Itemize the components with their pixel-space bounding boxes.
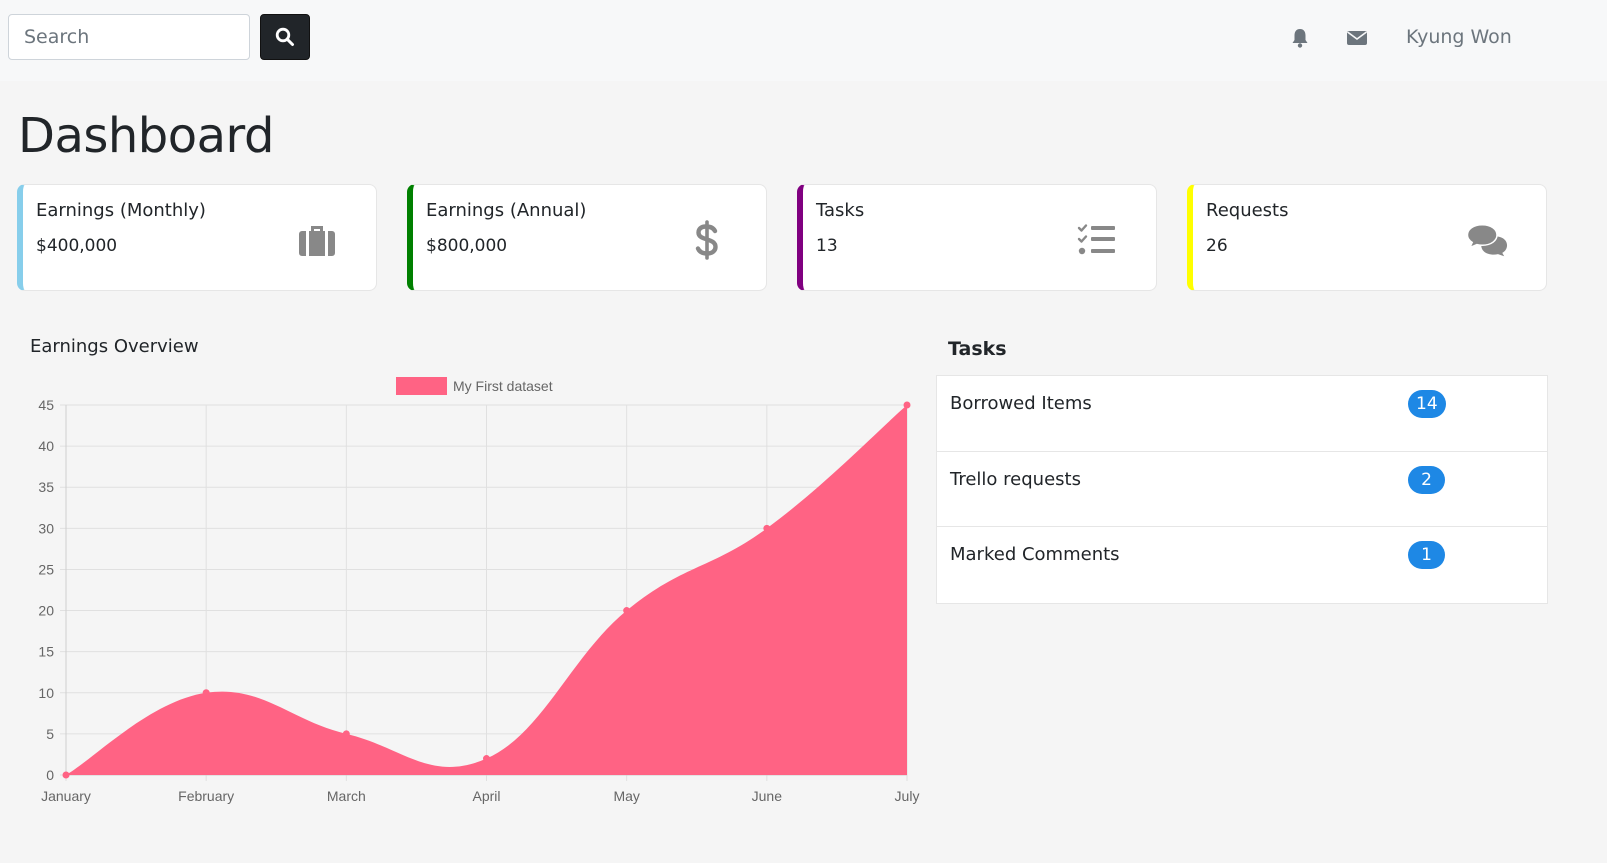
y-tick-label: 40: [38, 438, 54, 454]
y-tick-label: 0: [46, 767, 54, 783]
y-tick-label: 35: [38, 479, 54, 495]
user-menu[interactable]: Kyung Won: [1406, 26, 1512, 48]
x-tick-label: February: [178, 788, 234, 804]
count-badge: 2: [1408, 465, 1445, 494]
card-earnings-annual: Earnings (Annual) $800,000: [407, 184, 767, 291]
task-item-borrowed-items[interactable]: Borrowed Items 14: [937, 376, 1547, 452]
bell-icon: [1292, 29, 1308, 48]
briefcase-icon: [296, 220, 338, 260]
card-earnings-monthly: Earnings (Monthly) $400,000: [17, 184, 377, 291]
data-point: [483, 755, 490, 763]
tasks-panel-title: Tasks: [948, 338, 1007, 360]
y-tick-label: 30: [38, 520, 54, 536]
y-tick-label: 20: [38, 603, 54, 619]
earnings-chart-svg: 0 5 10 15 20 25 30 35 40 45 January February March Ap…: [38, 377, 920, 804]
legend-swatch: [396, 377, 447, 395]
task-label: Borrowed Items: [950, 393, 1092, 414]
x-tick-label: March: [327, 788, 366, 804]
dollar-icon: [686, 220, 728, 260]
card-requests: Requests 26: [1187, 184, 1547, 291]
tasks-list-icon: [1076, 220, 1118, 260]
comments-icon: [1466, 220, 1508, 260]
data-point: [623, 607, 631, 615]
card-label: Earnings (Monthly): [36, 200, 206, 221]
y-tick-label: 25: [38, 561, 54, 577]
search-button[interactable]: [260, 14, 310, 60]
search-icon: [275, 27, 294, 46]
task-label: Marked Comments: [950, 544, 1120, 565]
card-label: Tasks: [816, 200, 865, 221]
task-item-marked-comments[interactable]: Marked Comments 1: [937, 527, 1547, 603]
y-tick-label: 45: [38, 397, 54, 413]
x-tick-label: July: [895, 788, 920, 804]
count-badge: 1: [1408, 541, 1445, 569]
messages-button[interactable]: [1345, 26, 1369, 50]
task-item-trello-requests[interactable]: Trello requests 2: [937, 452, 1547, 527]
envelope-icon: [1347, 31, 1367, 45]
card-value: $800,000: [426, 236, 508, 256]
x-tick-label: May: [613, 788, 639, 804]
earnings-chart: 0 5 10 15 20 25 30 35 40 45 January February March Ap…: [0, 360, 930, 820]
count-badge: 14: [1408, 390, 1446, 418]
data-point: [62, 771, 70, 779]
y-tick-label: 15: [38, 644, 54, 660]
tasks-list: Borrowed Items 14 Trello requests 2 Mark…: [936, 375, 1548, 604]
task-label: Trello requests: [950, 468, 1081, 490]
card-value: 26: [1206, 236, 1228, 256]
data-point: [202, 689, 210, 697]
search-input[interactable]: [8, 14, 250, 60]
y-tick-label: 5: [46, 726, 54, 742]
card-label: Earnings (Annual): [426, 200, 587, 221]
x-tick-label: June: [752, 788, 783, 804]
earnings-overview-title: Earnings Overview: [30, 336, 199, 357]
x-tick-label: January: [41, 788, 91, 804]
card-value: 13: [816, 236, 838, 256]
data-point: [903, 401, 911, 409]
page-title: Dashboard: [18, 108, 274, 164]
card-tasks: Tasks 13: [797, 184, 1157, 291]
legend-label: My First dataset: [453, 378, 553, 394]
data-point: [763, 524, 771, 532]
top-navbar: Kyung Won: [0, 0, 1607, 81]
data-point: [342, 730, 350, 738]
x-tick-label: April: [472, 788, 500, 804]
y-tick-label: 10: [38, 685, 54, 701]
notifications-button[interactable]: [1288, 26, 1312, 50]
card-value: $400,000: [36, 236, 118, 256]
card-label: Requests: [1206, 200, 1289, 221]
